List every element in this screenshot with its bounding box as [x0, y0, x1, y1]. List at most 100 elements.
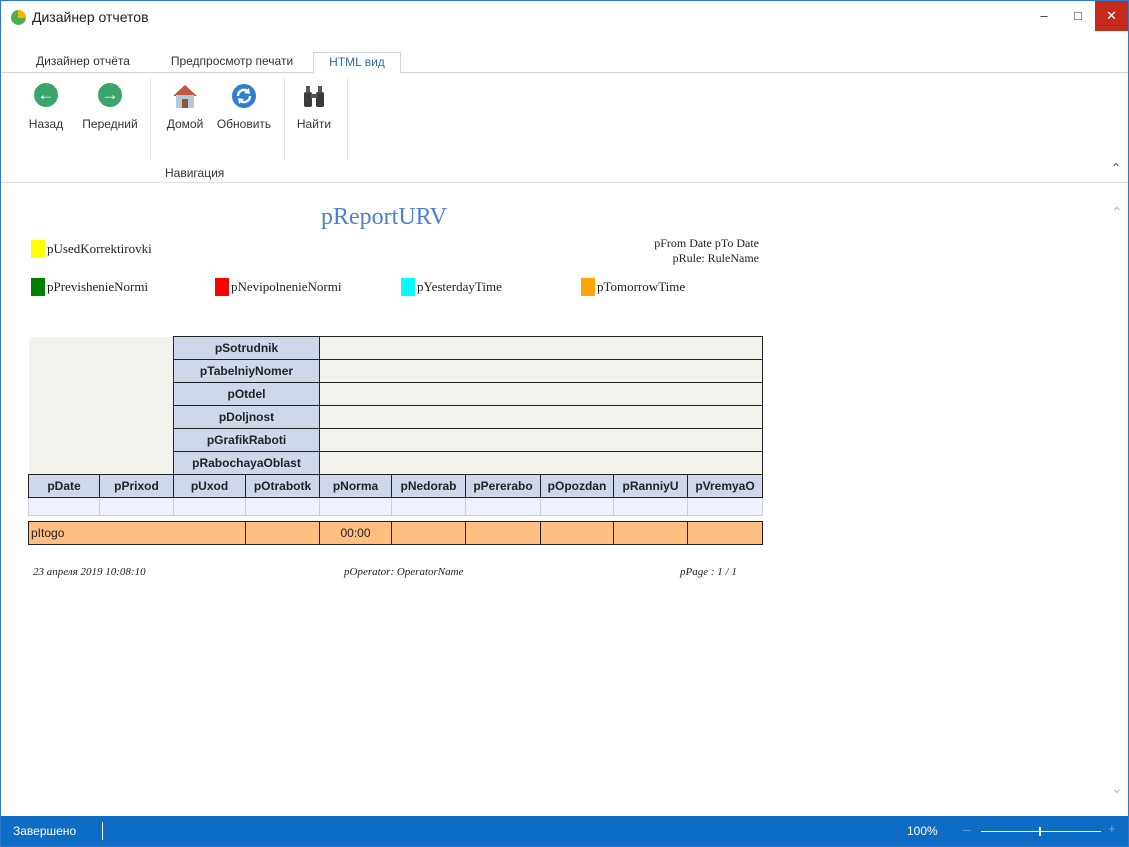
legend-item: pYesterdayTime	[401, 278, 502, 296]
scroll-down-icon[interactable]: ⌄	[1111, 780, 1123, 797]
info-label: pDoljnost	[173, 405, 320, 429]
status-bar: Завершено 100% – +	[1, 816, 1128, 846]
data-cell	[613, 497, 688, 516]
column-header: pPrixod	[99, 474, 174, 498]
zoom-slider-thumb[interactable]	[1039, 827, 1041, 836]
status-text: Завершено	[13, 824, 77, 838]
zoom-in-icon[interactable]: +	[1108, 821, 1116, 836]
navigation-group-label: Навигация	[165, 166, 225, 180]
legend-label: pNevipolnenieNormi	[231, 279, 342, 294]
legend-label: pUsedKorrektirovki	[47, 241, 152, 256]
data-cell	[687, 497, 763, 516]
data-cell	[28, 497, 100, 516]
legend-label: pYesterdayTime	[417, 279, 502, 294]
arrow-left-icon: ←	[33, 83, 59, 109]
tab-print-preview[interactable]: Предпросмотр печати	[151, 52, 313, 73]
report-designer-window: Дизайнер отчетов – □ ✕ Дизайнер отчёта П…	[0, 0, 1129, 847]
back-button[interactable]: ← Назад	[21, 83, 71, 131]
total-cell	[245, 521, 320, 545]
zoom-out-icon[interactable]: –	[963, 822, 970, 837]
binoculars-icon	[301, 83, 327, 109]
title-bar: Дизайнер отчетов – □ ✕	[1, 1, 1128, 33]
report-title: pReportURV	[321, 204, 448, 230]
home-button[interactable]: Домой	[159, 83, 211, 131]
info-row: pSotrudnik	[28, 336, 763, 475]
forward-label: Передний	[82, 117, 138, 131]
back-label: Назад	[28, 117, 64, 131]
app-icon	[11, 10, 26, 25]
zoom-slider[interactable]	[981, 831, 1101, 832]
info-value	[319, 359, 763, 383]
total-cell	[465, 521, 541, 545]
column-header: pRanniyU	[613, 474, 688, 498]
ribbon-separator	[150, 79, 151, 159]
legend-swatch	[31, 240, 45, 258]
info-value	[319, 405, 763, 429]
close-button[interactable]: ✕	[1095, 1, 1128, 31]
refresh-icon	[231, 83, 257, 109]
status-separator	[102, 822, 103, 840]
rule-name: pRule: RuleName	[672, 251, 759, 265]
report-params: pFrom Date pTo Date pRule: RuleName	[561, 236, 759, 266]
report-table: pSotrudnik pTabelniyNomer pOtdel pDoljno…	[28, 336, 763, 545]
column-header-row: pDate pPrixod pUxod pOtrabotk pNorma pNe…	[28, 474, 763, 498]
legend-label: pTomorrowTime	[597, 279, 686, 294]
report-datetime: 23 апреля 2019 10:08:10	[33, 566, 146, 578]
total-cell	[613, 521, 688, 545]
legend-swatch	[581, 278, 595, 296]
column-header: pDate	[28, 474, 100, 498]
ribbon-separator	[347, 79, 348, 159]
legend-item: pNevipolnenieNormi	[215, 278, 341, 296]
column-header: pVremyaO	[687, 474, 763, 498]
info-value	[319, 428, 763, 452]
tab-html-view[interactable]: HTML вид	[313, 52, 401, 74]
column-header: pPererabo	[465, 474, 541, 498]
ribbon: ← Назад → Передний Домой Обновить Найти …	[1, 73, 1128, 183]
column-header: pNorma	[319, 474, 392, 498]
total-cell	[687, 521, 763, 545]
info-label: pGrafikRaboti	[173, 428, 320, 452]
ribbon-separator	[284, 79, 285, 159]
data-row	[28, 497, 763, 516]
data-cell	[99, 497, 174, 516]
total-cell	[540, 521, 614, 545]
data-cell	[391, 497, 466, 516]
arrow-right-icon: →	[97, 83, 123, 109]
column-header: pOpozdan	[540, 474, 614, 498]
total-row: pItogo 00:00	[28, 521, 763, 545]
total-norma: 00:00	[319, 521, 392, 545]
report-operator: pOperator: OperatorName	[344, 566, 464, 578]
find-label: Найти	[296, 117, 332, 131]
home-label: Домой	[166, 117, 204, 131]
column-header: pUxod	[173, 474, 246, 498]
html-report-view: ⌃ ⌄ pReportURV pFrom Date pTo Date pRule…	[1, 184, 1128, 816]
forward-button[interactable]: → Передний	[77, 83, 143, 131]
info-label: pRabochayaOblast	[173, 451, 320, 475]
window-title: Дизайнер отчетов	[32, 9, 149, 25]
report-page-number: pPage : 1 / 1	[680, 566, 737, 578]
date-range: pFrom Date pTo Date	[654, 236, 759, 250]
tab-strip: Дизайнер отчёта Предпросмотр печати HTML…	[1, 49, 1128, 74]
maximize-button[interactable]: □	[1061, 1, 1095, 31]
legend-item: pPrevishenieNormi	[31, 278, 148, 296]
scroll-up-icon[interactable]: ⌃	[1111, 204, 1123, 221]
tab-report-designer[interactable]: Дизайнер отчёта	[23, 52, 143, 73]
collapse-ribbon-icon[interactable]: ⌃	[1111, 161, 1121, 175]
minimize-button[interactable]: –	[1027, 1, 1061, 31]
data-cell	[465, 497, 541, 516]
legend-item: pTomorrowTime	[581, 278, 685, 296]
column-header: pOtrabotk	[245, 474, 320, 498]
data-cell	[245, 497, 320, 516]
total-cell	[391, 521, 466, 545]
info-label: pSotrudnik	[173, 336, 320, 360]
zoom-level: 100%	[907, 824, 938, 838]
total-label: pItogo	[28, 521, 246, 545]
find-button[interactable]: Найти	[291, 83, 337, 131]
legend-swatch	[215, 278, 229, 296]
info-value	[319, 382, 763, 406]
legend-swatch	[401, 278, 415, 296]
refresh-button[interactable]: Обновить	[213, 83, 275, 131]
data-cell	[540, 497, 614, 516]
info-label: pTabelniyNomer	[173, 359, 320, 383]
column-header: pNedorab	[391, 474, 466, 498]
